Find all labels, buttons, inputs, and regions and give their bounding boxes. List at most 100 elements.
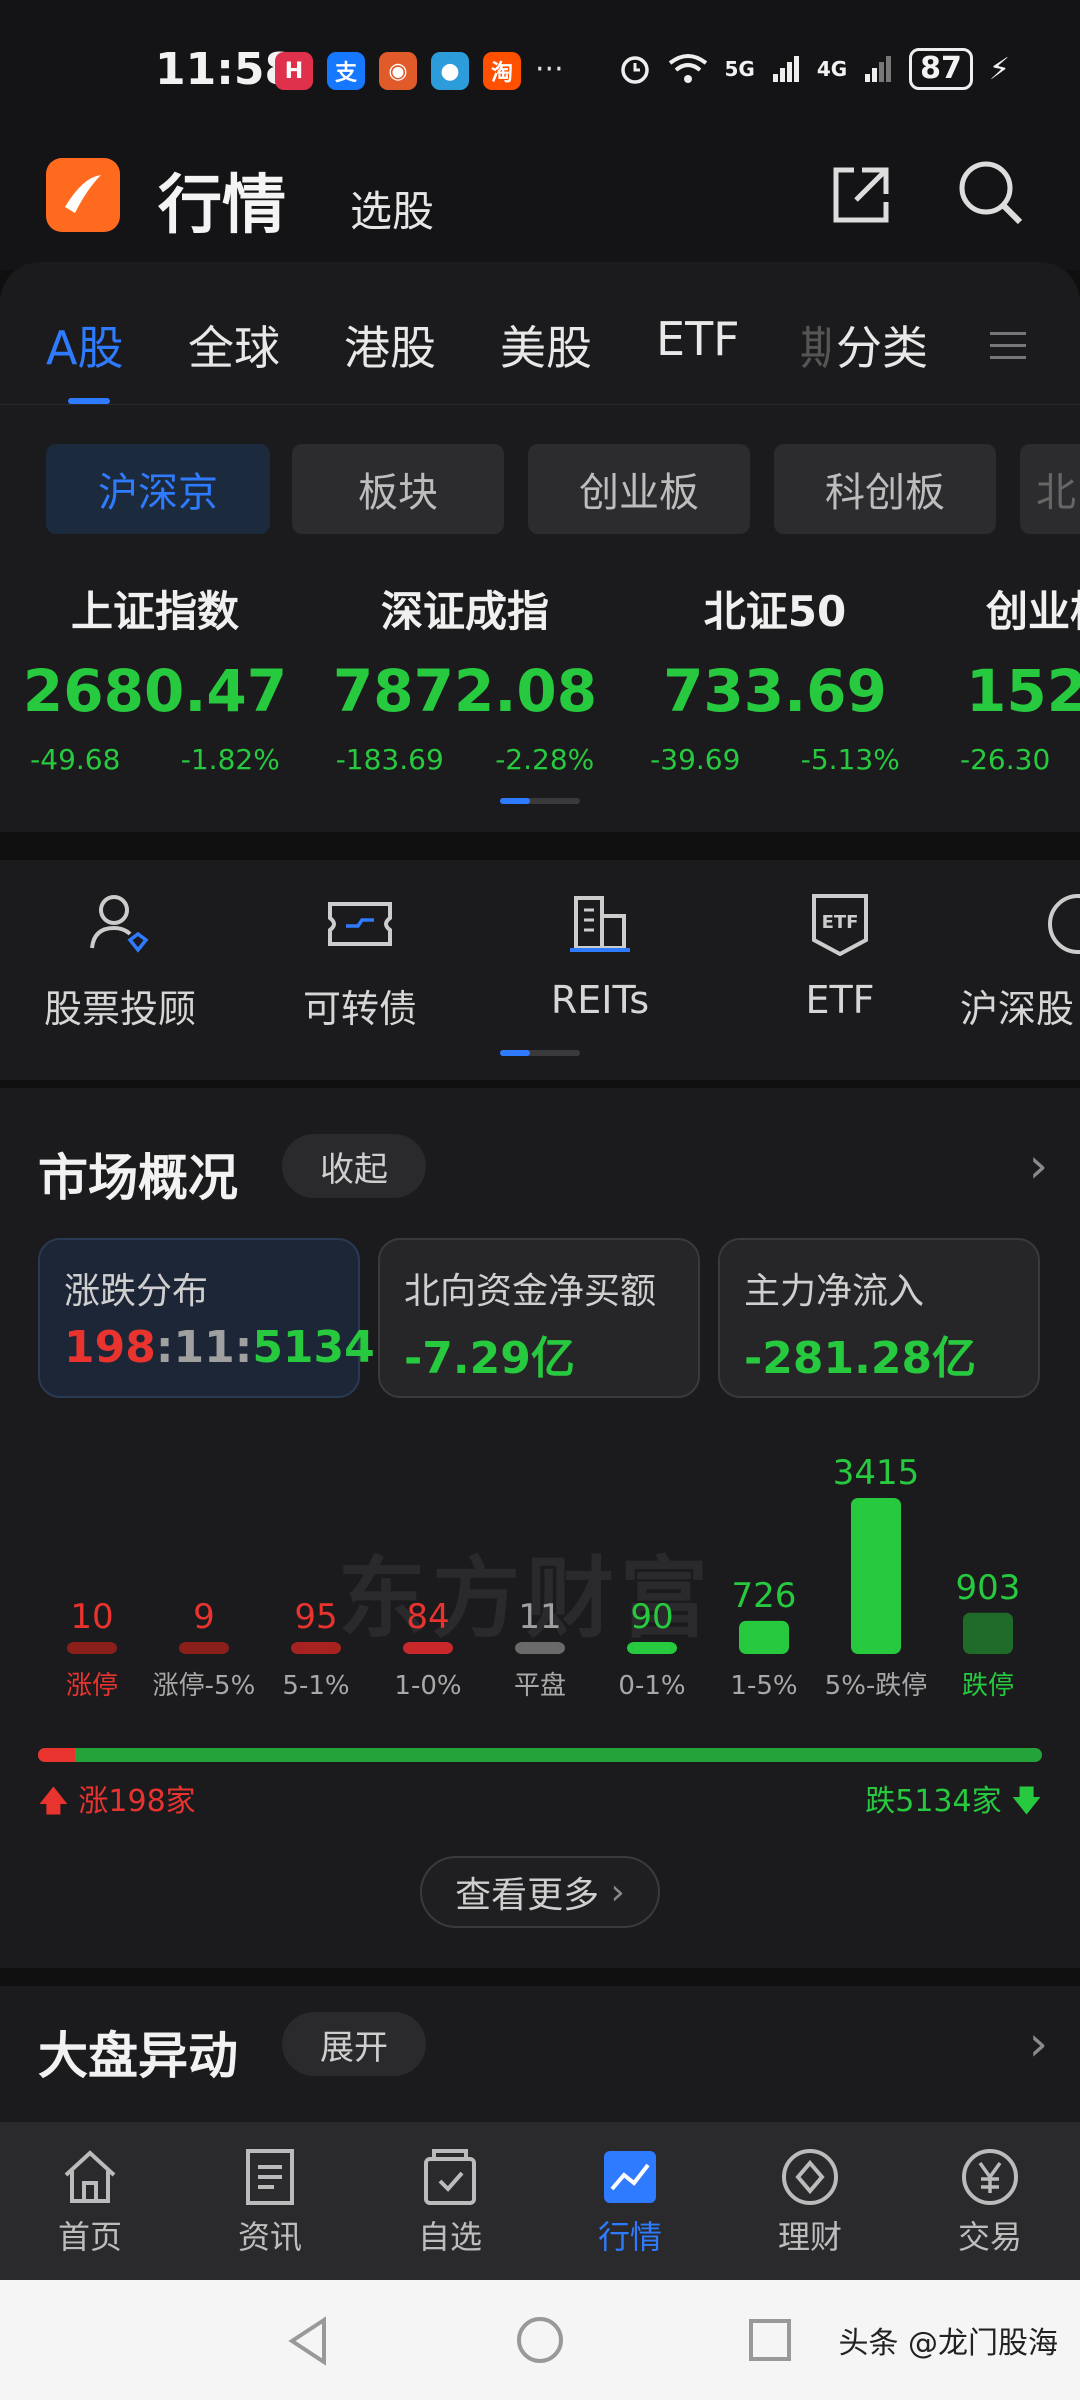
tab-us[interactable]: 美股 [500,312,592,378]
quick-label: 沪深股 [960,987,1075,1031]
bar-category-label: 1-0% [394,1671,461,1701]
nav-quotes[interactable]: 行情 [540,2142,720,2258]
index-value: 7872.08 [332,657,598,725]
taobao-app-icon: 淘 [483,52,521,90]
nav-watchlist[interactable]: 自选 [360,2142,540,2258]
view-more-label: 查看更多 [455,1875,600,1916]
tab-global[interactable]: 全球 [188,312,280,378]
menu-icon[interactable] [988,326,1028,366]
bottom-nav: 首页 资讯 自选 行情 理财 交易 [0,2122,1080,2280]
expand-button[interactable]: 展开 [282,2012,426,2076]
eastmoney-logo[interactable] [46,158,120,232]
index-change: -183.69 [335,743,444,776]
index-card-shanghai[interactable]: 上证指数 2680.47 -49.68 -1.82% [0,578,310,776]
huawei-app-icon: H [275,52,313,90]
quick-label: REITs [550,978,650,1022]
index-name: 北证50 [703,587,847,636]
nav-label: 自选 [417,2218,482,2256]
quick-hs-stocks[interactable]: 沪深股 [960,888,1080,1033]
bar-value-label: 11 [518,1597,561,1637]
notification-icons: H 支 ◉ ● 淘 ··· [275,52,564,90]
index-name: 上证指数 [70,587,239,636]
tab-hk[interactable]: 港股 [344,312,436,378]
up-summary-text: 涨198家 [78,1784,196,1819]
index-scroll-indicator [500,798,580,804]
hs-etf-icon [1048,894,1080,954]
bar-category-label: 5-1% [282,1671,349,1701]
up-summary: 🡅 涨198家 [38,1784,196,1819]
quotes-icon [604,2151,656,2203]
browser-app-icon: ● [431,52,469,90]
quick-reits[interactable]: REITs [500,888,700,1022]
source-credit: 头条 @龙门股海 [838,2326,1058,2361]
tab-divider [0,404,1080,405]
bar-category-label: 平盘 [514,1671,566,1701]
quick-advisor[interactable]: 股票投顾 [20,888,220,1033]
etf-icon: ETF [812,894,868,957]
quick-etf[interactable]: ETF ETF [740,888,940,1022]
bar-3 [403,1642,453,1654]
network-type-2: 4G [816,57,848,81]
market-overview: 市场概况 收起 › 涨跌分布 198:11:5134 北向资金净买额 -7.29… [0,1088,1080,1968]
index-value: 2680.47 [22,657,288,725]
quick-convertible-bond[interactable]: 可转债 [260,888,460,1033]
tab-a-shares[interactable]: A股 [46,312,123,378]
anomaly-chevron-icon[interactable]: › [1029,2016,1048,2072]
stock-picker-tab[interactable]: 选股 [350,178,434,239]
nav-trade[interactable]: 交易 [900,2142,1080,2258]
bar-value-label: 903 [956,1568,1021,1608]
advisor-icon [90,895,149,953]
nav-label: 资讯 [237,2218,302,2256]
logo-icon [65,175,101,213]
pill-star-market[interactable]: 科创板 [774,444,996,534]
bar-category-label: 5%-跌停 [825,1671,928,1701]
more-notifications-icon: ··· [535,52,564,87]
status-bar: 11:58 H 支 ◉ ● 淘 ··· 5G 4G 87 ⚡ [0,0,1080,140]
view-more-button[interactable]: 查看更多 › [420,1856,660,1928]
pill-chinext[interactable]: 创业板 [528,444,750,534]
search-icon[interactable] [956,158,1026,228]
index-change: -26.30 [960,743,1051,776]
page-title: 行情 [158,169,286,243]
bar-5 [627,1642,677,1654]
nav-news[interactable]: 资讯 [180,2142,360,2258]
quick-scroll-indicator [500,1050,580,1056]
bar-value-label: 84 [406,1597,449,1637]
alipay-app-icon: 支 [327,52,365,90]
index-card-shenzhen[interactable]: 深证成指 7872.08 -183.69 -2.28% [310,578,620,776]
nav-wealth[interactable]: 理财 [720,2142,900,2258]
nav-label: 行情 [597,2218,662,2256]
index-name: 创业板指 [986,587,1080,636]
network-type: 5G [724,57,755,81]
bar-0 [67,1642,117,1654]
tab-futures[interactable]: 期 [800,312,830,378]
back-icon[interactable] [284,2314,334,2368]
down-summary: 跌5134家 🡇 [865,1784,1042,1819]
pill-sh-sz-bj[interactable]: 沪深京 [46,444,270,534]
home-circle-icon[interactable] [514,2314,566,2366]
food-app-icon: ◉ [379,52,417,90]
quick-label: 股票投顾 [43,987,196,1031]
news-icon [246,2149,294,2205]
index-card-chinext[interactable]: 创业板指 1524 -26.30 [930,578,1080,776]
tab-category[interactable]: 分类 [836,312,928,378]
index-pct: -1.82% [180,743,280,776]
bar-1 [179,1642,229,1654]
index-value: 733.69 [663,657,887,725]
system-nav-bar: 头条 @龙门股海 [0,2280,1080,2400]
share-icon[interactable] [828,162,894,228]
index-value: 1524 [966,657,1080,725]
pill-bse[interactable]: 北 [1020,444,1080,534]
status-right: 5G 4G 87 ⚡ [618,48,1010,90]
quick-label: 可转债 [302,987,417,1031]
index-card-bse50[interactable]: 北证50 733.69 -39.69 -5.13% [620,578,930,776]
signal-icon [772,56,799,82]
tab-etf[interactable]: ETF [656,312,740,366]
pill-sectors[interactable]: 板块 [292,444,504,534]
down-summary-text: 跌5134家 [865,1784,1002,1819]
ticket-icon [328,902,392,946]
recents-icon[interactable] [746,2316,794,2364]
nav-home[interactable]: 首页 [0,2142,180,2258]
rise-fall-distribution-chart: 10 涨停 9 涨停-5% 95 5-1% 84 1-0% 11 平盘 90 0-1% 726 1-5% 3… [66,1453,1021,1701]
alarm-icon [621,56,650,84]
